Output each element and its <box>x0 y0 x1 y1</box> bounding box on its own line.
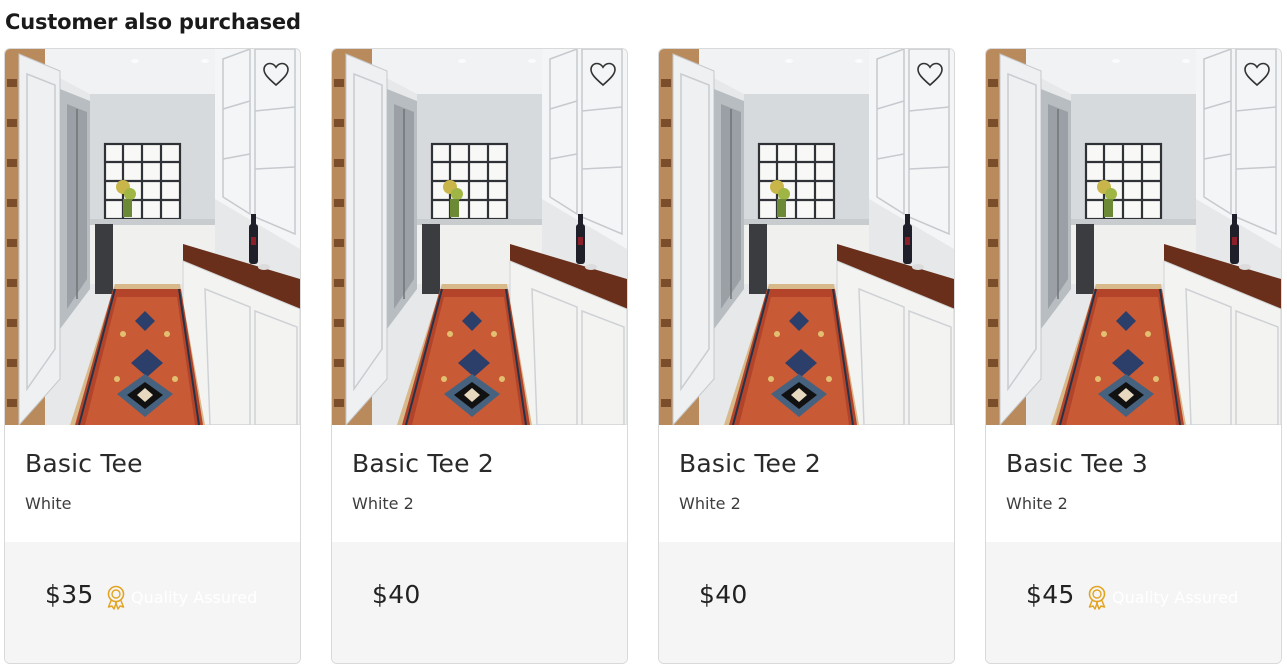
product-name[interactable]: Basic Tee 2 <box>352 449 494 478</box>
quality-badge: Quality Assured <box>103 584 257 610</box>
product-image[interactable] <box>332 49 627 425</box>
product-color: White 2 <box>352 494 414 513</box>
product-name[interactable]: Basic Tee 3 <box>1006 449 1148 478</box>
product-color: White 2 <box>679 494 741 513</box>
product-card[interactable]: Basic Tee 3 White 2 $45 Quality Assured <box>985 48 1282 664</box>
heart-outline-icon[interactable] <box>589 61 617 87</box>
product-image[interactable] <box>5 49 300 425</box>
quality-label: Quality Assured <box>131 587 258 607</box>
award-ribbon-icon <box>107 585 125 610</box>
product-price: $40 <box>699 580 748 609</box>
product-image[interactable] <box>659 49 954 425</box>
section-title: Customer also purchased <box>5 10 301 34</box>
heart-outline-icon[interactable] <box>916 61 944 87</box>
quality-label: Quality Assured <box>1112 587 1239 607</box>
product-card[interactable]: Basic Tee 2 White 2 $40 <box>658 48 955 664</box>
heart-outline-icon[interactable] <box>1243 61 1271 87</box>
product-image[interactable] <box>986 49 1281 425</box>
product-card[interactable]: Basic Tee 2 White 2 $40 <box>331 48 628 664</box>
product-price: $45 <box>1026 580 1075 609</box>
product-footer: $40 <box>332 542 627 663</box>
product-footer: $45 Quality Assured <box>986 542 1281 663</box>
product-name[interactable]: Basic Tee <box>25 449 143 478</box>
product-color: White <box>25 494 72 513</box>
product-footer: $40 <box>659 542 954 663</box>
product-name[interactable]: Basic Tee 2 <box>679 449 821 478</box>
product-color: White 2 <box>1006 494 1068 513</box>
product-card[interactable]: Basic Tee White $35 Quality Assured <box>4 48 301 664</box>
product-footer: $35 Quality Assured <box>5 542 300 663</box>
quality-badge: Quality Assured <box>1084 584 1238 610</box>
award-ribbon-icon <box>1088 585 1106 610</box>
heart-outline-icon[interactable] <box>262 61 290 87</box>
product-price: $40 <box>372 580 421 609</box>
product-price: $35 <box>45 580 94 609</box>
